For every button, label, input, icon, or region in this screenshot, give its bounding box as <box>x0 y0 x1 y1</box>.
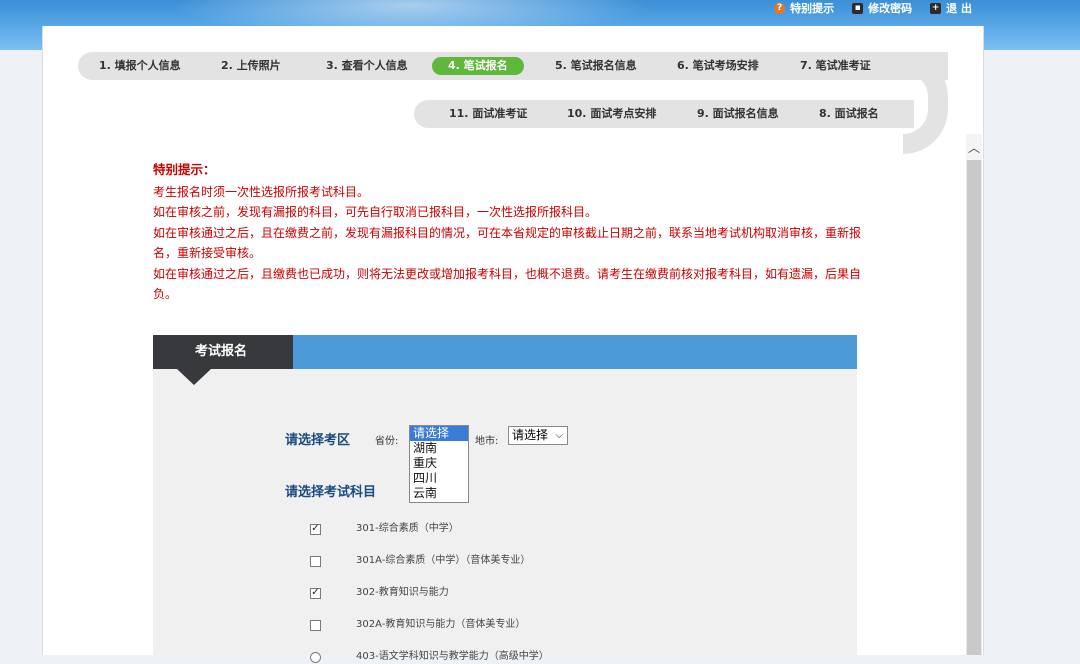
scroll-up-button[interactable]: ︿ <box>966 134 982 160</box>
subject-label: 请选择考试科目 <box>285 485 377 500</box>
subject-item[interactable]: 302A-教育知识与能力（音体美专业） <box>310 618 525 632</box>
subject-checkbox[interactable] <box>310 555 321 567</box>
help-icon: ? <box>774 2 786 14</box>
subject-item[interactable]: ✓ 302-教育知识与能力 <box>310 586 449 600</box>
exam-registration-panel: 考试报名 请选择考区 省份: 请选择 湖南 重庆 四川 云南 地市: 请选择 ⌵… <box>153 335 857 663</box>
step-written-exam-arrangement[interactable]: 6. 笔试考场安排 <box>677 57 759 75</box>
step-written-registration[interactable]: 4. 笔试报名 <box>432 57 524 75</box>
special-notice-link[interactable]: ? 特别提示 <box>774 0 834 16</box>
exit-icon: + <box>930 2 942 14</box>
step-view-info[interactable]: 3. 查看个人信息 <box>326 57 408 75</box>
subject-item[interactable]: ✓ 301-综合素质（中学） <box>310 522 459 536</box>
subject-checkbox[interactable]: ✓ <box>310 523 321 535</box>
province-option[interactable]: 湖南 <box>410 441 468 456</box>
step-interview-registration-info[interactable]: 9. 面试报名信息 <box>697 105 779 123</box>
subject-text: 302-教育知识与能力 <box>356 587 449 598</box>
subject-text: 403-语文学科知识与教学能力（高级中学） <box>356 651 549 662</box>
subject-text: 301A-综合素质（中学）（音体美专业） <box>356 555 531 566</box>
subject-text: 301-综合素质（中学） <box>356 523 459 534</box>
province-option[interactable]: 重庆 <box>410 456 468 471</box>
province-option[interactable]: 四川 <box>410 471 468 486</box>
step-written-admission-ticket[interactable]: 7. 笔试准考证 <box>800 57 871 75</box>
step-written-registration-info[interactable]: 5. 笔试报名信息 <box>555 57 637 75</box>
step-interview-admission-ticket[interactable]: 11. 面试准考证 <box>449 105 527 123</box>
province-listbox[interactable]: 请选择 湖南 重庆 四川 云南 <box>409 425 469 503</box>
step-interview-registration[interactable]: 8. 面试报名 <box>819 105 879 123</box>
panel-tab: 考试报名 <box>153 335 293 369</box>
chevron-down-icon: ⌵ <box>555 430 563 441</box>
content-sheet: 1. 填报个人信息 2. 上传照片 3. 查看个人信息 4. 笔试报名 5. 笔… <box>42 26 984 663</box>
notice-line: 如在审核通过之后，且在缴费之前，发现有漏报科目的情况，可在本省规定的审核截止日期… <box>153 225 862 261</box>
city-select-value: 请选择 <box>512 428 549 442</box>
change-password-label: 修改密码 <box>868 2 913 15</box>
notice-title: 特别提示： <box>153 162 216 177</box>
subject-radio[interactable] <box>310 651 321 663</box>
logout-label: 退 出 <box>946 2 972 15</box>
city-select[interactable]: 请选择 ⌵ <box>508 426 568 445</box>
chevron-up-icon: ︿ <box>967 140 980 155</box>
special-notice: 特别提示： 考生报名时须一次性选报所报考试科目。 如在审核之前，发现有漏报的科目… <box>153 160 863 305</box>
subject-text: 302A-教育知识与能力（音体美专业） <box>356 619 526 630</box>
step-interview-site-arrangement[interactable]: 10. 面试考点安排 <box>567 105 656 123</box>
province-option[interactable]: 请选择 <box>410 426 468 441</box>
lock-icon: ▪ <box>852 2 864 14</box>
panel-tab-pointer <box>177 369 211 385</box>
subject-item[interactable]: 301A-综合素质（中学）（音体美专业） <box>310 554 530 568</box>
step-upload-photo[interactable]: 2. 上传照片 <box>221 57 281 75</box>
subject-checkbox[interactable]: ✓ <box>310 587 321 599</box>
special-notice-label: 特别提示 <box>790 2 835 15</box>
region-label: 请选择考区 <box>285 433 351 448</box>
notice-line: 如在审核通过之后，且缴费也已成功，则将无法更改或增加报考科目，也概不退费。请考生… <box>153 266 862 302</box>
top-links: ? 特别提示 ▪ 修改密码 + 退 出 <box>774 0 972 16</box>
scrollbar-thumb[interactable] <box>967 160 981 655</box>
step-fill-info[interactable]: 1. 填报个人信息 <box>99 57 181 75</box>
city-label: 地市: <box>475 436 499 447</box>
change-password-link[interactable]: ▪ 修改密码 <box>852 0 912 16</box>
province-option[interactable]: 云南 <box>410 486 468 501</box>
province-label: 省份: <box>375 436 399 447</box>
notice-line: 考生报名时须一次性选报所报考试科目。 <box>153 184 370 199</box>
notice-line: 如在审核之前，发现有漏报的科目，可先自行取消已报科目，一次性选报所报科目。 <box>153 205 598 219</box>
logout-link[interactable]: + 退 出 <box>930 0 972 16</box>
subject-checkbox[interactable] <box>310 619 321 631</box>
subject-item[interactable]: 403-语文学科知识与教学能力（高级中学） <box>310 650 549 664</box>
